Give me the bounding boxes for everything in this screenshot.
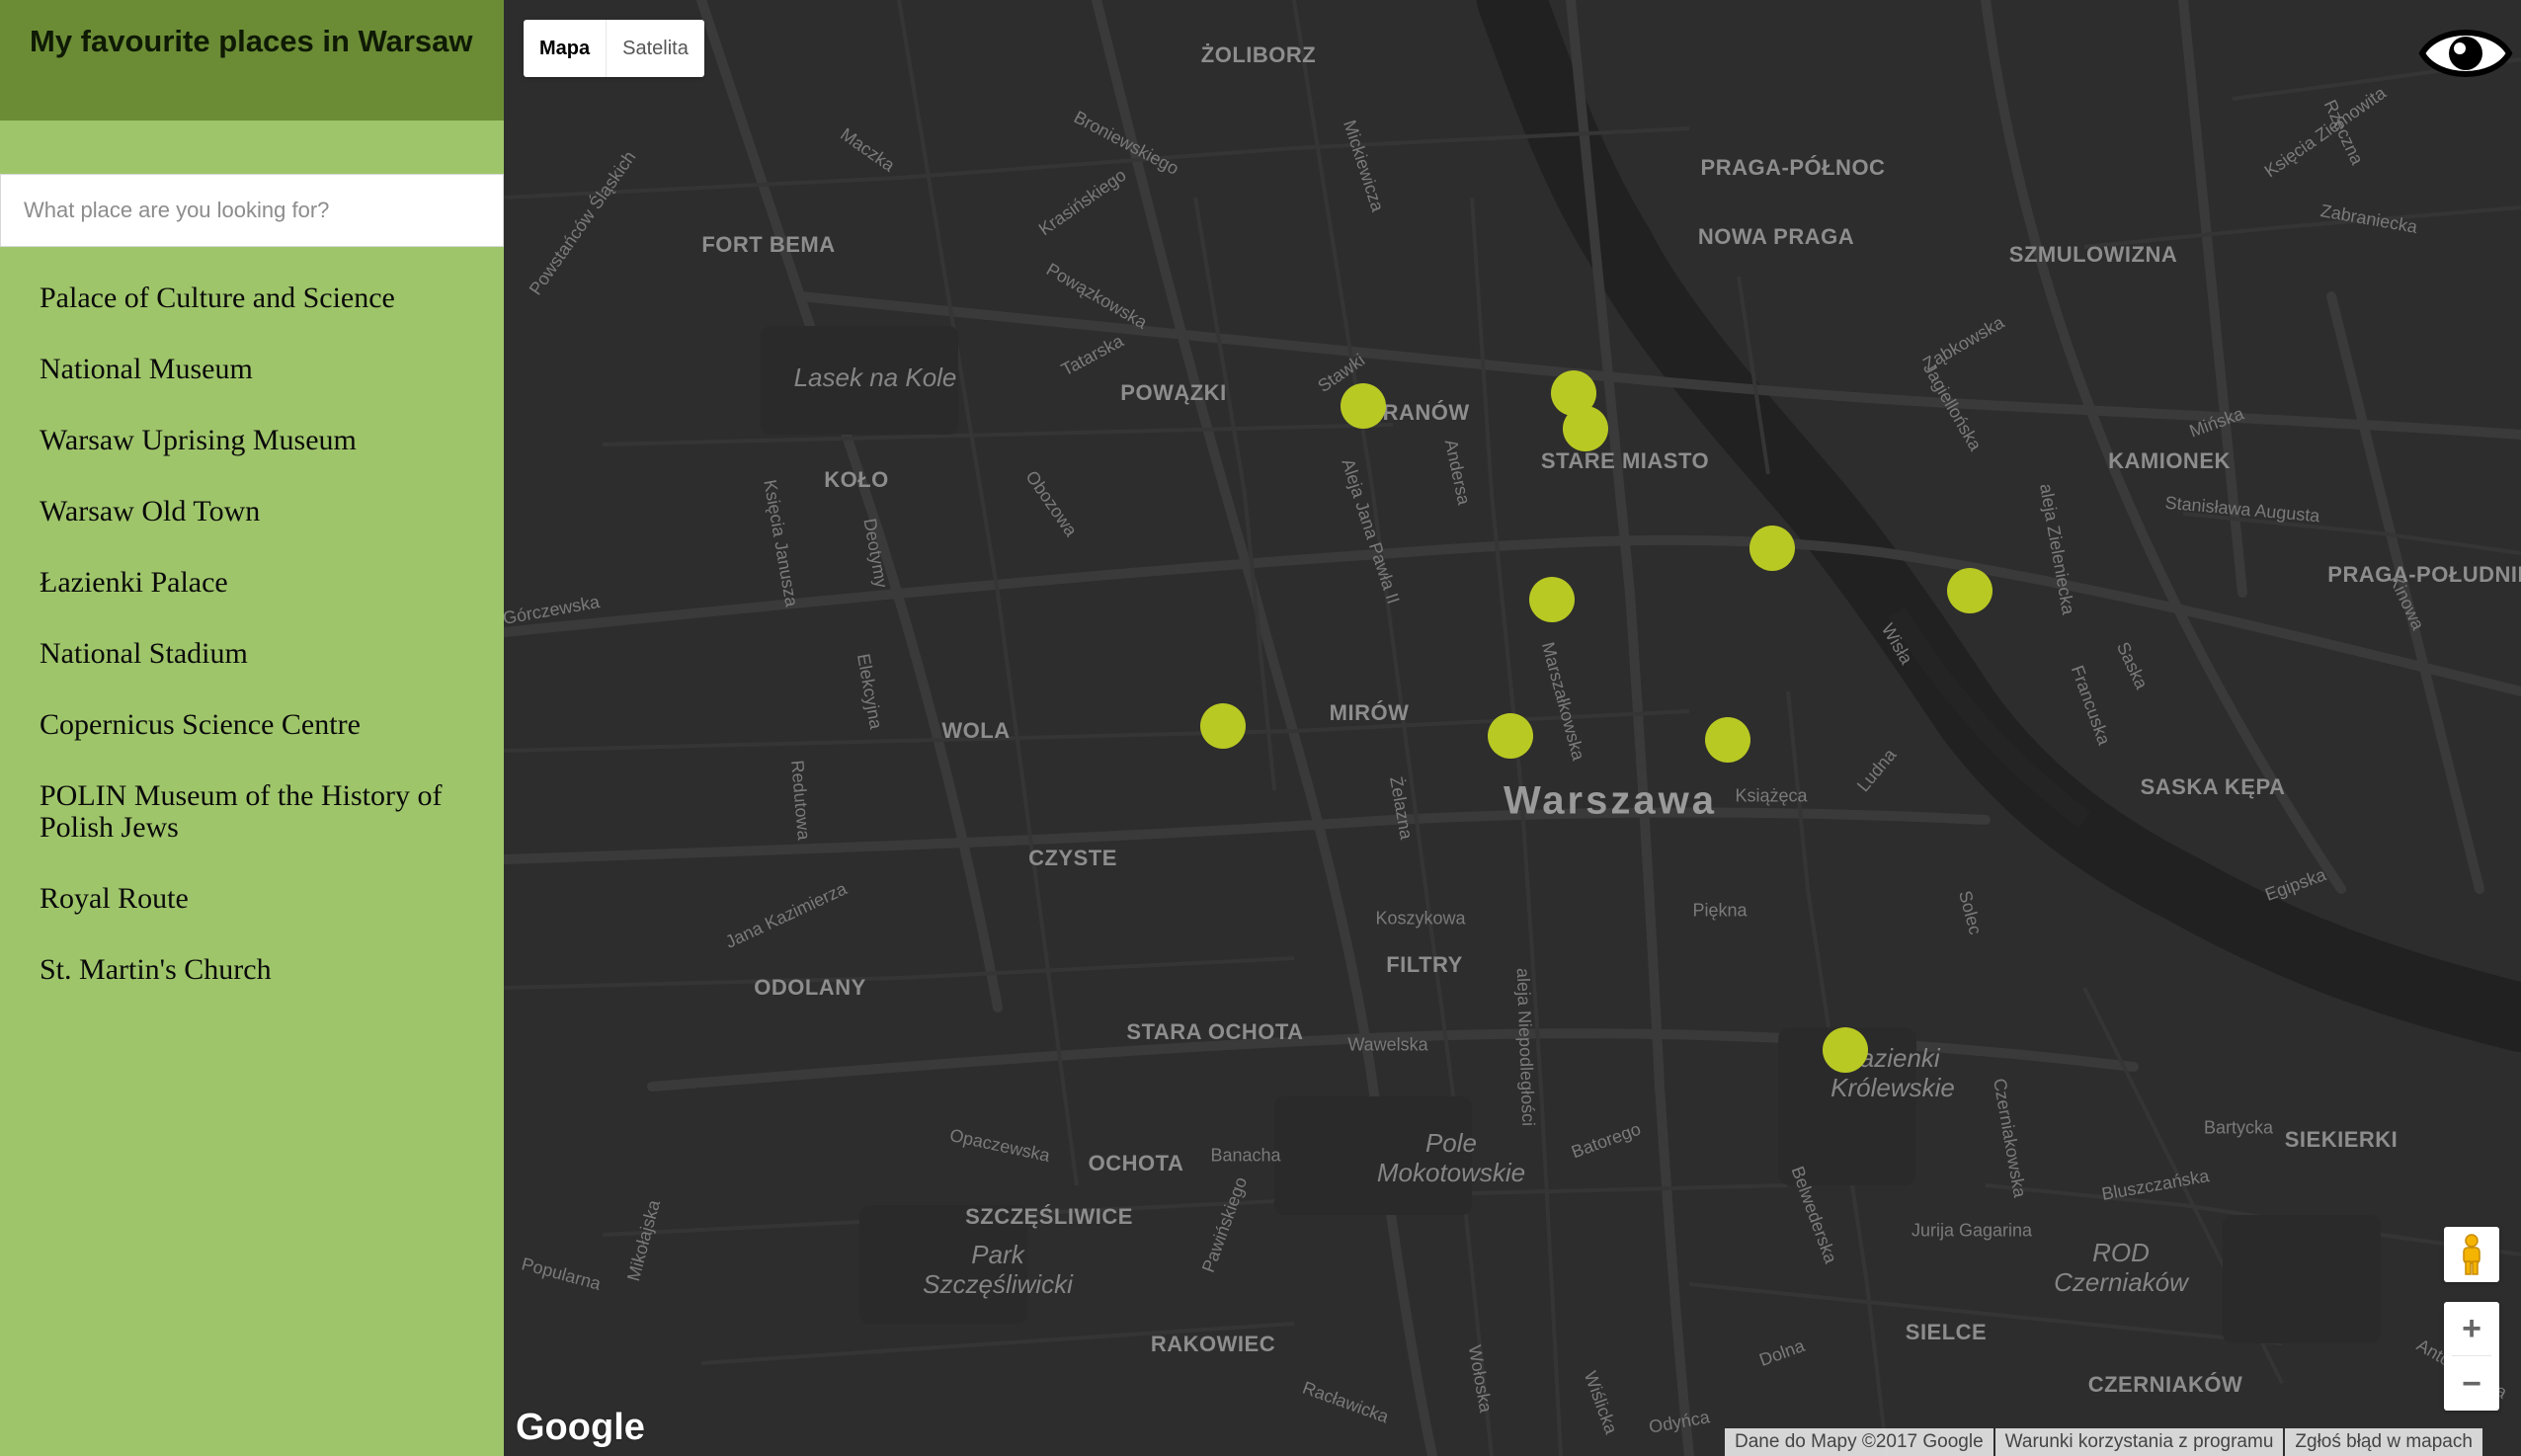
zoom-out-button[interactable]: − [2444,1357,2499,1411]
map-marker[interactable] [1947,568,1992,613]
map-marker[interactable] [1705,717,1750,763]
map-marker[interactable] [1563,406,1608,451]
map-marker[interactable] [1529,577,1575,622]
map-marker[interactable] [1341,383,1386,429]
sidebar: My favourite places in Warsaw Palace of … [0,0,504,1456]
list-item[interactable]: Warsaw Old Town [40,496,464,527]
list-item[interactable]: Royal Route [40,883,464,915]
list-item[interactable]: National Museum [40,354,464,385]
map[interactable]: ŻOLIBORZ FORT BEMA POWĄZKI MURANÓW STARE… [504,0,2521,1456]
list-item[interactable]: St. Martin's Church [40,954,464,986]
map-type-map-button[interactable]: Mapa [524,20,608,77]
terms-link[interactable]: Warunki korzystania z programu [1992,1428,2284,1456]
list-item[interactable]: Warsaw Uprising Museum [40,425,464,456]
zoom-in-button[interactable]: + [2444,1302,2499,1355]
search-input[interactable] [1,175,503,246]
map-data-attribution: Dane do Mapy ©2017 Google [1723,1428,1993,1456]
google-logo[interactable]: Google [516,1407,645,1449]
list-item[interactable]: National Stadium [40,638,464,670]
zoom-divider [2452,1355,2491,1356]
eye-icon[interactable] [2418,14,2513,93]
attribution-bar: Dane do Mapy ©2017 Google Warunki korzys… [1723,1428,2482,1456]
list-item[interactable]: POLIN Museum of the History of Polish Je… [40,780,464,844]
app-window: My favourite places in Warsaw Palace of … [0,0,2521,1456]
sidebar-header: My favourite places in Warsaw [0,0,504,121]
page-title: My favourite places in Warsaw [30,24,473,58]
pegman-icon[interactable] [2444,1227,2499,1282]
list-item[interactable]: Łazienki Palace [40,567,464,599]
map-marker[interactable] [1749,526,1795,571]
map-type-control: Mapa Satelita [524,20,704,77]
list-item[interactable]: Copernicus Science Centre [40,709,464,741]
map-marker[interactable] [1488,713,1533,759]
zoom-control: + − [2444,1302,2499,1411]
map-marker[interactable] [1823,1027,1868,1073]
map-type-satellite-button[interactable]: Satelita [607,20,704,77]
map-marker[interactable] [1200,703,1246,749]
list-item[interactable]: Palace of Culture and Science [40,283,464,314]
search-box [0,174,504,247]
report-error-link[interactable]: Zgłoś błąd w mapach [2283,1428,2482,1456]
